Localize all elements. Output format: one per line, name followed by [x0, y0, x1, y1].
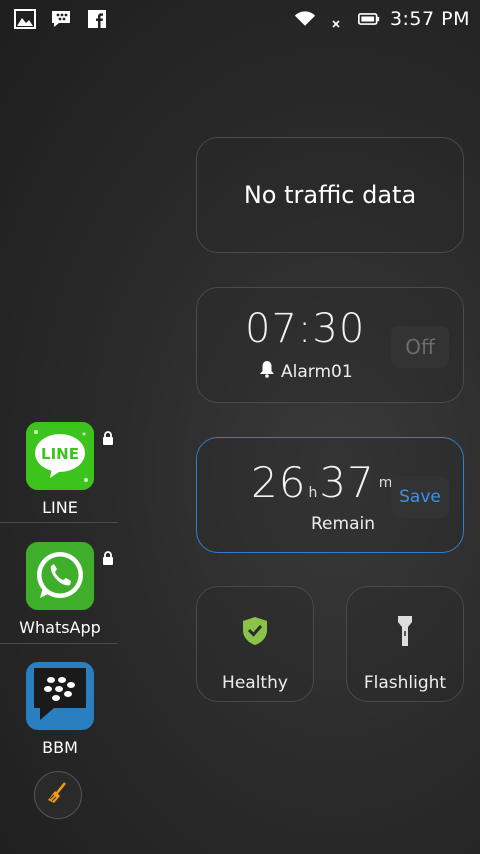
flashlight-label: Flashlight [363, 673, 447, 693]
app-name: LINE [42, 498, 78, 517]
clean-button[interactable] [34, 771, 82, 819]
status-time: 3:57 PM [389, 8, 470, 30]
alarm-card[interactable]: 07:30 Alarm01 Off [196, 287, 464, 403]
lock-icon [102, 550, 114, 569]
alarm-toggle-button[interactable]: Off [391, 326, 449, 368]
app-line[interactable]: LINE LINE [0, 420, 120, 538]
flashlight-card[interactable]: Flashlight [346, 586, 464, 702]
remain-label: Remain [311, 514, 375, 534]
gallery-icon [14, 8, 36, 30]
dock-divider [0, 522, 118, 523]
shield-icon [242, 615, 268, 647]
remain-hours-unit: h [308, 485, 318, 501]
alarm-label-row: Alarm01 [259, 360, 353, 383]
battery-remain-card[interactable]: 26 h 37 m Remain Save [196, 437, 464, 553]
traffic-text: No traffic data [243, 181, 417, 209]
bbm-notification-icon [50, 8, 72, 30]
healthy-card[interactable]: Healthy [196, 586, 314, 702]
remain-hours: 26 [251, 458, 307, 507]
no-signal-icon [326, 8, 348, 30]
flashlight-icon [396, 615, 414, 647]
facebook-icon [86, 8, 108, 30]
remain-time: 26 h 37 m [251, 458, 394, 507]
broom-icon [45, 780, 71, 810]
app-bbm[interactable]: BBM [0, 660, 120, 778]
whatsapp-app-icon [26, 542, 94, 610]
line-app-icon: LINE [26, 422, 94, 490]
wifi-icon [294, 8, 316, 30]
alarm-name: Alarm01 [281, 361, 353, 382]
alarm-time: 07:30 [245, 306, 366, 352]
app-whatsapp[interactable]: WhatsApp [0, 540, 120, 658]
save-button[interactable]: Save [391, 476, 449, 518]
remain-minutes: 37 [319, 458, 375, 507]
status-bar: 3:57 PM [0, 0, 480, 38]
app-name: BBM [42, 738, 78, 757]
battery-icon [357, 8, 380, 30]
dock-divider [0, 643, 118, 644]
healthy-label: Healthy [222, 673, 288, 693]
bbm-app-icon [26, 662, 94, 730]
bell-icon [259, 360, 275, 383]
traffic-card[interactable]: No traffic data [196, 137, 464, 253]
app-name: WhatsApp [19, 618, 101, 637]
lock-icon [102, 430, 114, 449]
svg-text:LINE: LINE [41, 445, 79, 463]
